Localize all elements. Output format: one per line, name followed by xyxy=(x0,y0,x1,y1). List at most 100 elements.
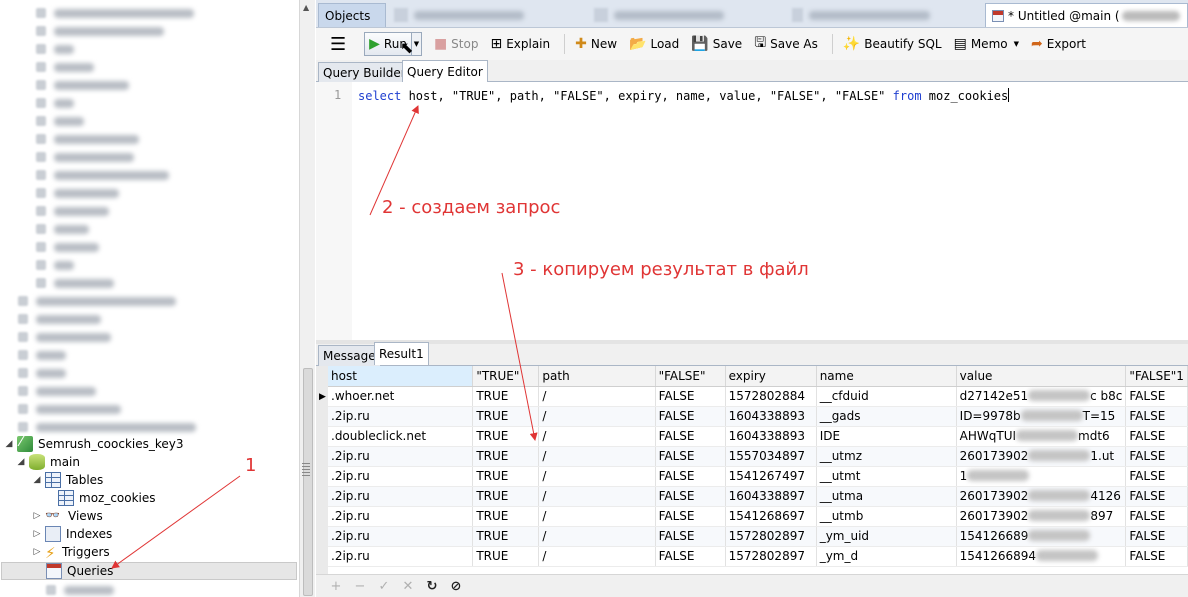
table-cell[interactable]: __gads xyxy=(816,406,957,427)
redacted-item[interactable] xyxy=(18,312,101,326)
expander-icon[interactable]: ◢ xyxy=(31,475,43,485)
table-cell[interactable]: .whoer.net xyxy=(328,386,474,407)
tab-result1[interactable]: Result1 xyxy=(374,342,429,365)
table-cell[interactable]: IDE xyxy=(816,426,957,447)
menu-icon[interactable]: ☰ xyxy=(326,32,350,56)
table-cell[interactable]: FALSE xyxy=(655,486,726,507)
table-cell[interactable]: FALSE xyxy=(1125,506,1188,527)
table-cell[interactable]: FALSE xyxy=(655,446,726,467)
table-cell[interactable]: 1604338893 xyxy=(725,406,817,427)
redacted-item[interactable] xyxy=(18,348,66,362)
table-cell[interactable]: TRUE xyxy=(472,486,540,507)
table-cell[interactable]: .2ip.ru xyxy=(328,466,474,487)
table-cell[interactable]: / xyxy=(538,426,656,447)
tab-redacted[interactable] xyxy=(388,3,538,27)
stop-button[interactable]: ■ Stop xyxy=(430,32,483,56)
table-row[interactable]: .2ip.ru TRUE / FALSE 1572802897 _ym_d 15412668… xyxy=(328,546,1188,567)
column-header[interactable]: "FALSE"1 xyxy=(1125,366,1188,387)
table-row[interactable]: .2ip.ru TRUE / FALSE 1541267497 __utmt 1 FALSE xyxy=(328,466,1188,487)
tree-item-connection[interactable]: ◢ Semrush_coockies_key3 xyxy=(3,434,184,453)
table-cell[interactable]: TRUE xyxy=(472,426,540,447)
sql-code[interactable]: select host, "TRUE", path, "FALSE", expi… xyxy=(358,88,1010,103)
column-header[interactable]: name xyxy=(816,366,957,387)
splitter-grip[interactable] xyxy=(302,463,310,477)
table-row[interactable]: .whoer.net TRUE / FALSE 1572802884 __cfduid d2… xyxy=(328,386,1188,407)
table-cell[interactable]: .2ip.ru xyxy=(328,546,474,567)
redacted-item[interactable] xyxy=(46,583,114,597)
table-cell[interactable]: TRUE xyxy=(472,406,540,427)
redacted-item[interactable] xyxy=(36,168,169,182)
tab-redacted[interactable] xyxy=(588,3,738,27)
result-grid[interactable]: ▶ host "TRUE" path "FALSE" expiry name value "F… xyxy=(316,366,1188,574)
table-cell[interactable]: FALSE xyxy=(1125,446,1188,467)
table-cell[interactable]: FALSE xyxy=(655,426,726,447)
discard-changes-icon[interactable]: ✕ xyxy=(396,579,420,594)
tab-query-editor[interactable]: Query Editor xyxy=(402,60,488,83)
scroll-up-icon[interactable]: ▲ xyxy=(303,3,309,12)
redacted-item[interactable] xyxy=(36,24,164,38)
tree-item-queries[interactable]: Queries xyxy=(1,562,297,580)
table-cell[interactable]: .doubleclick.net xyxy=(328,426,474,447)
table-cell[interactable]: 1557034897 xyxy=(725,446,817,467)
redacted-item[interactable] xyxy=(18,420,196,434)
redacted-item[interactable] xyxy=(36,42,74,56)
run-dropdown-icon[interactable]: ▼ xyxy=(411,32,422,56)
table-cell[interactable]: FALSE xyxy=(655,406,726,427)
table-cell[interactable]: 1572802897 xyxy=(725,526,817,547)
table-cell[interactable]: .2ip.ru xyxy=(328,486,474,507)
load-button[interactable]: 📂 Load xyxy=(625,32,683,56)
expander-icon[interactable]: ◢ xyxy=(15,457,27,467)
column-header[interactable]: expiry xyxy=(725,366,817,387)
table-cell[interactable]: / xyxy=(538,486,656,507)
table-cell[interactable]: / xyxy=(538,526,656,547)
expander-icon[interactable]: ▷ xyxy=(31,529,43,539)
table-cell[interactable]: FALSE xyxy=(1125,466,1188,487)
table-cell[interactable]: TRUE xyxy=(472,446,540,467)
redacted-item[interactable] xyxy=(36,150,134,164)
table-cell[interactable]: __utma xyxy=(816,486,957,507)
redacted-item[interactable] xyxy=(18,294,176,308)
table-cell[interactable]: 1604338893 xyxy=(725,426,817,447)
redacted-item[interactable] xyxy=(36,78,129,92)
table-cell[interactable]: FALSE xyxy=(1125,426,1188,447)
table-cell[interactable]: FALSE xyxy=(1125,406,1188,427)
tree-item-indexes[interactable]: ▷ Indexes xyxy=(31,525,112,543)
save-as-button[interactable]: 🖫 Save As xyxy=(750,32,822,56)
redacted-item[interactable] xyxy=(36,114,84,128)
sql-editor[interactable]: 1 select host, "TRUE", path, "FALSE", ex… xyxy=(316,82,1188,340)
column-header[interactable]: value xyxy=(956,366,1127,387)
expander-icon[interactable]: ▷ xyxy=(31,511,43,521)
memo-dropdown-icon[interactable]: ▼ xyxy=(1014,40,1019,48)
table-row[interactable]: .2ip.ru TRUE / FALSE 1604338897 __utma 2601739… xyxy=(328,486,1188,507)
table-cell[interactable]: FALSE xyxy=(1125,526,1188,547)
tab-redacted[interactable] xyxy=(786,3,936,27)
table-cell[interactable]: __utmb xyxy=(816,506,957,527)
table-row[interactable]: .2ip.ru TRUE / FALSE 1572802897 _ym_uid 154126… xyxy=(328,526,1188,547)
table-cell[interactable]: 1541266894 xyxy=(956,546,1127,567)
table-cell[interactable]: FALSE xyxy=(655,506,726,527)
table-cell[interactable]: / xyxy=(538,466,656,487)
table-cell[interactable]: _ym_d xyxy=(816,546,957,567)
table-cell[interactable]: / xyxy=(538,506,656,527)
column-header[interactable]: "FALSE" xyxy=(655,366,726,387)
tree-item-database[interactable]: ◢ main xyxy=(15,453,80,471)
column-header[interactable]: host xyxy=(328,366,474,387)
apply-changes-icon[interactable]: ✓ xyxy=(372,579,396,594)
table-cell[interactable]: FALSE xyxy=(655,466,726,487)
table-cell[interactable]: .2ip.ru xyxy=(328,406,474,427)
table-cell[interactable]: / xyxy=(538,446,656,467)
redacted-item[interactable] xyxy=(36,258,74,272)
table-cell[interactable]: TRUE xyxy=(472,546,540,567)
redacted-item[interactable] xyxy=(36,222,89,236)
table-cell[interactable]: .2ip.ru xyxy=(328,506,474,527)
table-cell[interactable]: 1572802884 xyxy=(725,386,817,407)
redacted-item[interactable] xyxy=(36,240,99,254)
table-cell[interactable]: 1604338897 xyxy=(725,486,817,507)
table-cell[interactable]: FALSE xyxy=(1125,386,1188,407)
redacted-item[interactable] xyxy=(36,6,194,20)
table-cell[interactable]: FALSE xyxy=(655,386,726,407)
table-row[interactable]: .2ip.ru TRUE / FALSE 1541268697 __utmb 2601739… xyxy=(328,506,1188,527)
beautify-sql-button[interactable]: ✨ Beautify SQL xyxy=(839,32,946,56)
refresh-icon[interactable]: ↻ xyxy=(420,579,444,594)
table-cell[interactable]: 1572802897 xyxy=(725,546,817,567)
